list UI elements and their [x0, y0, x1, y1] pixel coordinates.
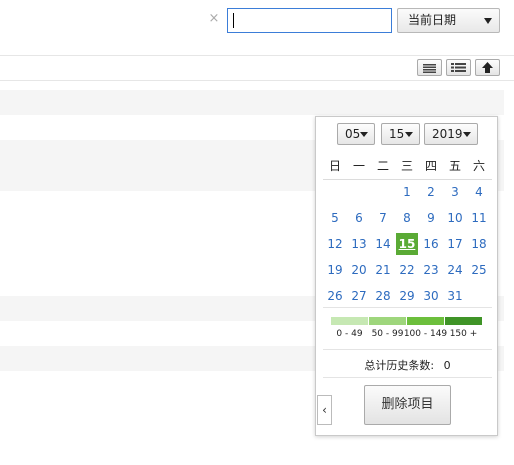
clear-search-icon[interactable]: ×	[208, 11, 220, 27]
chevron-down-icon	[405, 132, 413, 137]
divider	[323, 349, 492, 350]
divider	[323, 377, 492, 378]
weekday-header: 三	[400, 159, 413, 173]
day-value: 15	[389, 127, 405, 141]
compact-view-button[interactable]	[417, 59, 442, 76]
calendar-day[interactable]: 7	[371, 205, 395, 231]
legend-swatch	[445, 317, 482, 325]
calendar-day[interactable]: 11	[467, 205, 491, 231]
scroll-top-button[interactable]	[475, 59, 500, 76]
legend-swatch	[407, 317, 444, 325]
calendar-day[interactable]: 18	[467, 231, 491, 257]
weekday-header: 二	[376, 159, 389, 173]
chevron-down-icon	[463, 132, 471, 137]
calendar-day[interactable]: 17	[443, 231, 467, 257]
calendar-day[interactable]: 10	[443, 205, 467, 231]
empty-cell	[371, 179, 395, 205]
calendar-day[interactable]: 25	[467, 257, 491, 283]
calendar-day[interactable]: 1	[395, 179, 419, 205]
calendar-day[interactable]: 22	[395, 257, 419, 283]
calendar-day[interactable]: 2	[419, 179, 443, 205]
calendar-day[interactable]: 24	[443, 257, 467, 283]
weekday-header: 四	[424, 159, 437, 173]
chevron-down-icon	[484, 18, 492, 24]
calendar-day[interactable]: 16	[419, 231, 443, 257]
legend-swatch	[369, 317, 406, 325]
day-select[interactable]: 15	[381, 123, 420, 145]
detail-view-button[interactable]	[446, 59, 471, 76]
calendar-day[interactable]: 5	[323, 205, 347, 231]
empty-cell	[323, 179, 347, 205]
calendar-day[interactable]: 4	[467, 179, 491, 205]
calendar-day[interactable]: 23	[419, 257, 443, 283]
calendar-day[interactable]: 27	[347, 283, 371, 309]
divider	[0, 55, 514, 56]
calendar-day[interactable]: 21	[371, 257, 395, 283]
calendar-day[interactable]: 6	[347, 205, 371, 231]
calendar-day-selected[interactable]: 15	[396, 233, 418, 255]
calendar-day[interactable]: 8	[395, 205, 419, 231]
calendar-day[interactable]: 30	[419, 283, 443, 309]
detail-list-icon	[451, 63, 466, 72]
month-select[interactable]: 05	[337, 123, 375, 145]
calendar-day[interactable]: 13	[347, 231, 371, 257]
calendar-popup: 05 15 2019 日一二三四五六 1 2 3 4 5 6 7 8 9 10 11 12 13 14 15 1…	[315, 116, 498, 436]
calendar-day[interactable]: 12	[323, 231, 347, 257]
calendar-day[interactable]: 14	[371, 231, 395, 257]
calendar-day[interactable]: 20	[347, 257, 371, 283]
list-row	[0, 90, 504, 115]
compact-list-icon	[423, 64, 436, 73]
weekday-header: 一	[352, 159, 365, 173]
empty-cell	[347, 179, 371, 205]
legend-label: 150 +	[449, 329, 478, 339]
search-input[interactable]	[227, 8, 392, 33]
chevron-down-icon	[360, 132, 368, 137]
year-select[interactable]: 2019	[424, 123, 478, 145]
history-total-label: 总计历史条数:	[364, 359, 435, 372]
divider	[323, 307, 492, 308]
weekday-header: 日	[328, 159, 341, 173]
collapse-panel-button[interactable]: ‹	[317, 395, 332, 425]
calendar-day[interactable]: 19	[323, 257, 347, 283]
calendar-day[interactable]: 26	[323, 283, 347, 309]
text-caret	[233, 13, 234, 28]
year-value: 2019	[432, 127, 463, 141]
calendar-day[interactable]: 28	[371, 283, 395, 309]
calendar-day[interactable]: 9	[419, 205, 443, 231]
month-value: 05	[345, 127, 361, 141]
weekday-header: 五	[448, 159, 461, 173]
history-total: 总计历史条数: 0	[316, 357, 499, 373]
divider	[0, 80, 514, 81]
date-range-select[interactable]: 当前日期	[397, 8, 500, 33]
legend-swatch	[331, 317, 368, 325]
calendar-day[interactable]: 31	[443, 283, 467, 309]
weekday-header: 六	[472, 159, 485, 173]
calendar-day[interactable]: 3	[443, 179, 467, 205]
history-total-value: 0	[443, 359, 451, 372]
calendar-grid: 日一二三四五六 1 2 3 4 5 6 7 8 9 10 11 12 13 14 15 16 17 18 19 20 21…	[323, 153, 492, 309]
arrow-up-icon	[482, 62, 493, 73]
date-range-label: 当前日期	[408, 13, 457, 27]
calendar-day[interactable]: 29	[395, 283, 419, 309]
delete-items-button[interactable]: 删除项目	[364, 385, 451, 425]
chevron-left-icon: ‹	[322, 403, 327, 417]
